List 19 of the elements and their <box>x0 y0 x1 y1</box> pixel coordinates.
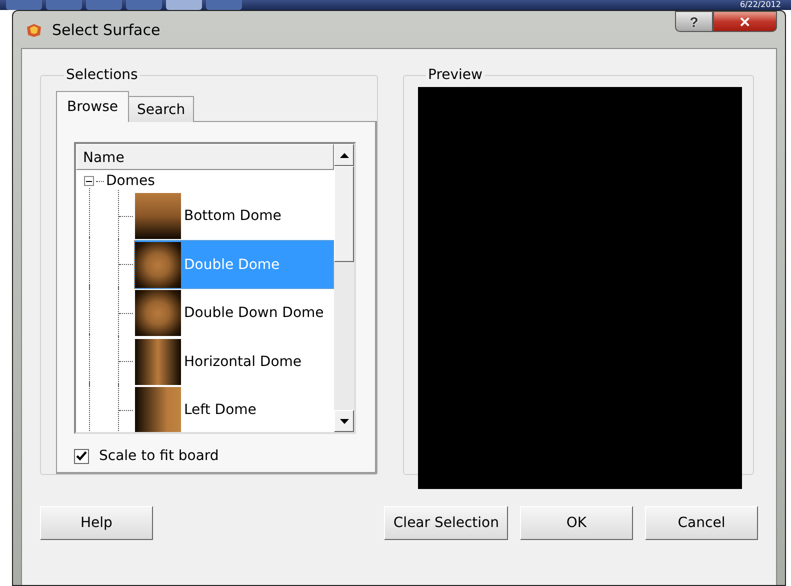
column-header[interactable]: Name <box>76 144 334 170</box>
tab[interactable]: Search <box>128 96 194 122</box>
group-title: Preview <box>427 67 484 83</box>
window-title: Select Surface <box>52 20 160 38</box>
tree-item[interactable]: Domes <box>106 173 155 189</box>
tree-item[interactable]: Double Down Dome <box>134 288 334 338</box>
close-button[interactable]: ✕ <box>713 11 777 32</box>
checkbox-label: Scale to fit board <box>99 448 219 464</box>
dialog-button[interactable]: OK <box>520 506 633 540</box>
group-title: Selections <box>65 67 139 83</box>
tree-item[interactable]: Bottom Dome <box>134 192 334 241</box>
tree-item[interactable]: Left Dome <box>134 386 334 432</box>
dialog-button[interactable]: Clear Selection <box>384 506 508 540</box>
help-button[interactable]: ? <box>675 11 713 32</box>
tree-item[interactable]: Horizontal Dome <box>134 337 334 386</box>
dialog-button[interactable]: Help <box>40 506 153 540</box>
dialog-button[interactable]: Cancel <box>645 506 758 540</box>
tab[interactable]: Browse <box>56 91 129 122</box>
clock-date: 6/22/2012 <box>740 0 782 10</box>
